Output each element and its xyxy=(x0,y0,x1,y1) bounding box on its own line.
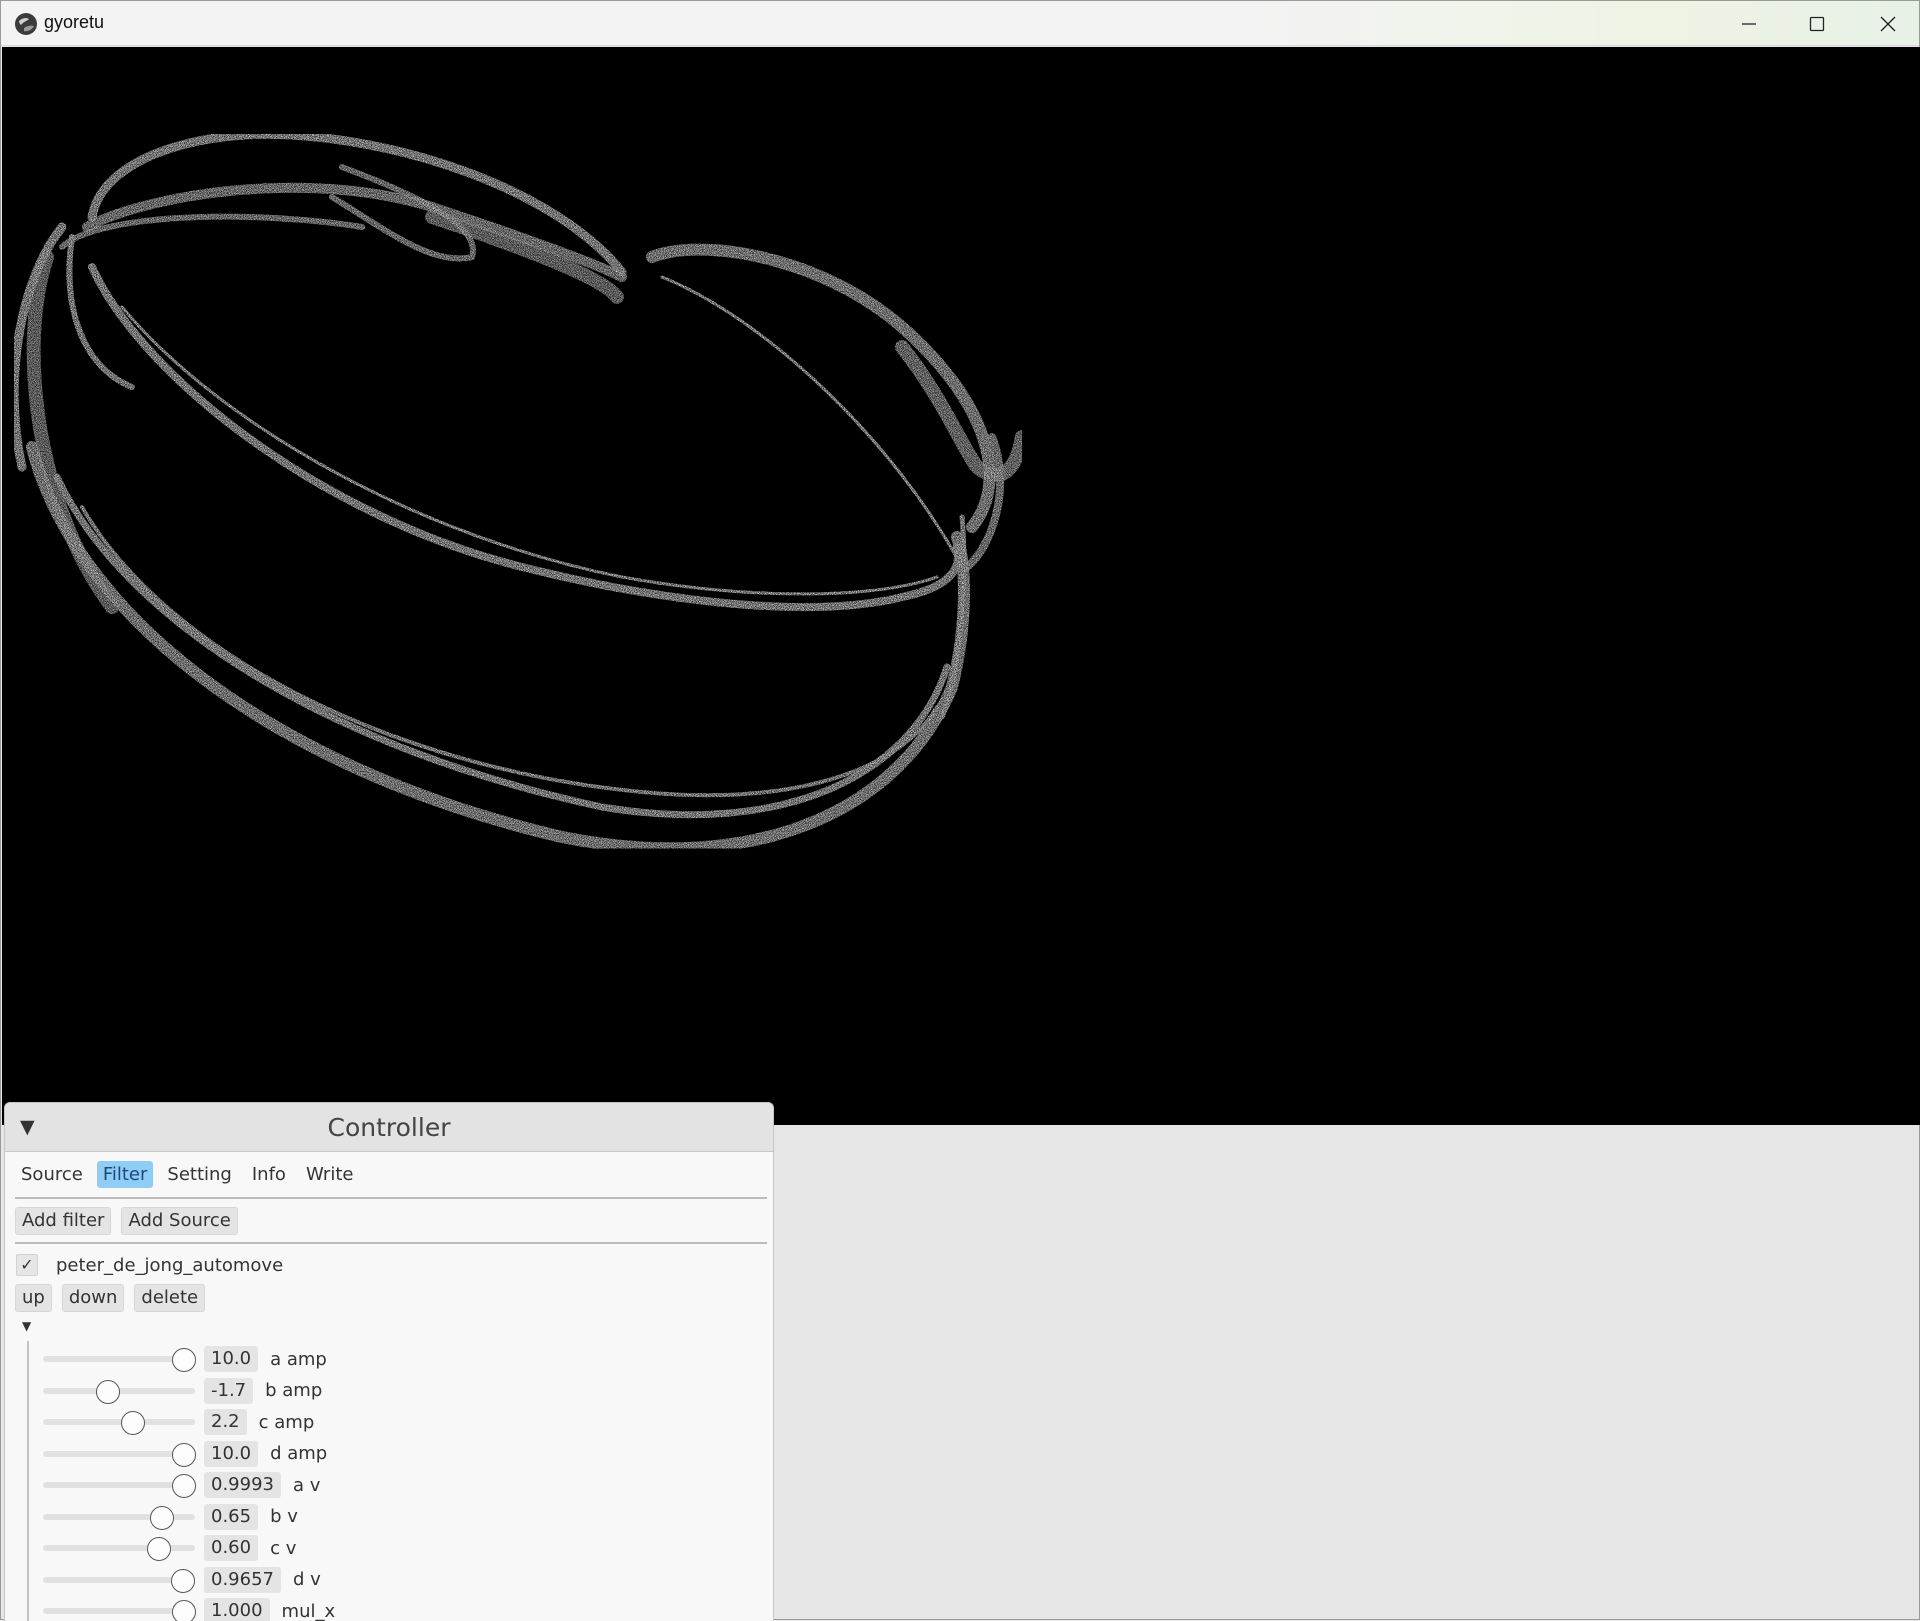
param-slider[interactable] xyxy=(43,1378,195,1404)
param-value[interactable]: 0.9657 xyxy=(204,1567,281,1593)
param-slider[interactable] xyxy=(43,1472,195,1498)
filter-enabled-checkbox[interactable]: ✓ xyxy=(16,1254,38,1276)
param-value[interactable]: 0.9993 xyxy=(204,1472,281,1498)
render-canvas[interactable] xyxy=(2,47,1920,1125)
filter-order-buttons: up down delete xyxy=(15,1284,205,1312)
param-label: a v xyxy=(293,1475,320,1496)
tab-info[interactable]: Info xyxy=(246,1161,292,1188)
param-value[interactable]: 2.2 xyxy=(204,1409,247,1435)
param-label: b amp xyxy=(265,1380,322,1401)
param-label: b v xyxy=(270,1506,298,1527)
minimize-icon xyxy=(1741,16,1757,32)
param-value[interactable]: 0.60 xyxy=(204,1535,258,1561)
slider-knob[interactable] xyxy=(96,1380,120,1404)
filter-name: peter_de_jong_automove xyxy=(56,1255,283,1276)
slider-knob[interactable] xyxy=(172,1348,196,1372)
slider-knob[interactable] xyxy=(150,1506,174,1530)
controller-title: Controller xyxy=(5,1113,773,1142)
param-label: c amp xyxy=(259,1412,315,1433)
tab-write[interactable]: Write xyxy=(300,1161,360,1188)
param-label: c v xyxy=(270,1538,296,1559)
param-row: 0.65 b v xyxy=(43,1504,298,1530)
param-value[interactable]: -1.7 xyxy=(204,1378,253,1404)
param-slider[interactable] xyxy=(43,1441,195,1467)
slider-knob[interactable] xyxy=(171,1569,195,1593)
app-window: gyoretu xyxy=(0,0,1920,1620)
param-label: d v xyxy=(293,1569,321,1590)
add-source-button[interactable]: Add Source xyxy=(121,1207,237,1235)
controller-panel: ▼ Controller Source Filter Setting Info … xyxy=(4,1102,774,1621)
param-row: 0.9993 a v xyxy=(43,1472,320,1498)
app-icon xyxy=(14,12,38,36)
param-label: mul_x xyxy=(282,1601,336,1621)
tab-filter[interactable]: Filter xyxy=(97,1161,154,1188)
add-buttons-row: Add filter Add Source xyxy=(15,1207,238,1235)
param-label: a amp xyxy=(270,1349,327,1370)
param-slider[interactable] xyxy=(43,1504,195,1530)
param-value[interactable]: 1.000 xyxy=(204,1598,270,1621)
down-button[interactable]: down xyxy=(62,1284,125,1312)
param-value[interactable]: 10.0 xyxy=(204,1441,258,1467)
maximize-button[interactable] xyxy=(1782,1,1852,46)
param-slider[interactable] xyxy=(43,1409,195,1435)
param-slider[interactable] xyxy=(43,1346,195,1372)
param-value[interactable]: 0.65 xyxy=(204,1504,258,1530)
slider-knob[interactable] xyxy=(147,1537,171,1561)
filter-entry: ✓ peter_de_jong_automove xyxy=(16,1254,283,1276)
divider xyxy=(15,1197,767,1199)
close-button[interactable] xyxy=(1853,1,1920,46)
param-row: 10.0 a amp xyxy=(43,1346,327,1372)
param-row: 2.2 c amp xyxy=(43,1409,314,1435)
attractor-image xyxy=(2,47,1920,1125)
param-slider[interactable] xyxy=(43,1567,195,1593)
param-row: 1.000 mul_x xyxy=(43,1598,335,1621)
tab-setting[interactable]: Setting xyxy=(161,1161,237,1188)
slider-knob[interactable] xyxy=(172,1443,196,1467)
window-title: gyoretu xyxy=(44,12,104,33)
slider-track[interactable] xyxy=(43,1545,195,1551)
controller-header[interactable]: ▼ Controller xyxy=(5,1103,773,1152)
divider xyxy=(15,1242,767,1244)
up-button[interactable]: up xyxy=(15,1284,52,1312)
param-slider[interactable] xyxy=(43,1535,195,1561)
params-collapse-icon[interactable]: ▼ xyxy=(22,1319,31,1333)
param-row: 0.60 c v xyxy=(43,1535,296,1561)
tree-line xyxy=(27,1341,29,1621)
slider-knob[interactable] xyxy=(172,1600,196,1621)
slider-track[interactable] xyxy=(43,1419,195,1425)
param-label: d amp xyxy=(270,1443,327,1464)
add-filter-button[interactable]: Add filter xyxy=(15,1207,111,1235)
param-slider[interactable] xyxy=(43,1598,195,1621)
minimize-button[interactable] xyxy=(1714,1,1784,46)
slider-knob[interactable] xyxy=(121,1411,145,1435)
param-row: 10.0 d amp xyxy=(43,1441,327,1467)
param-row: -1.7 b amp xyxy=(43,1378,322,1404)
tab-source[interactable]: Source xyxy=(15,1161,89,1188)
param-row: 0.9657 d v xyxy=(43,1567,321,1593)
slider-knob[interactable] xyxy=(172,1474,196,1498)
controller-tabs: Source Filter Setting Info Write xyxy=(15,1161,359,1188)
title-bar[interactable]: gyoretu xyxy=(1,1,1919,46)
param-value[interactable]: 10.0 xyxy=(204,1346,258,1372)
delete-button[interactable]: delete xyxy=(134,1284,205,1312)
close-icon xyxy=(1880,16,1896,32)
maximize-icon xyxy=(1809,16,1825,32)
